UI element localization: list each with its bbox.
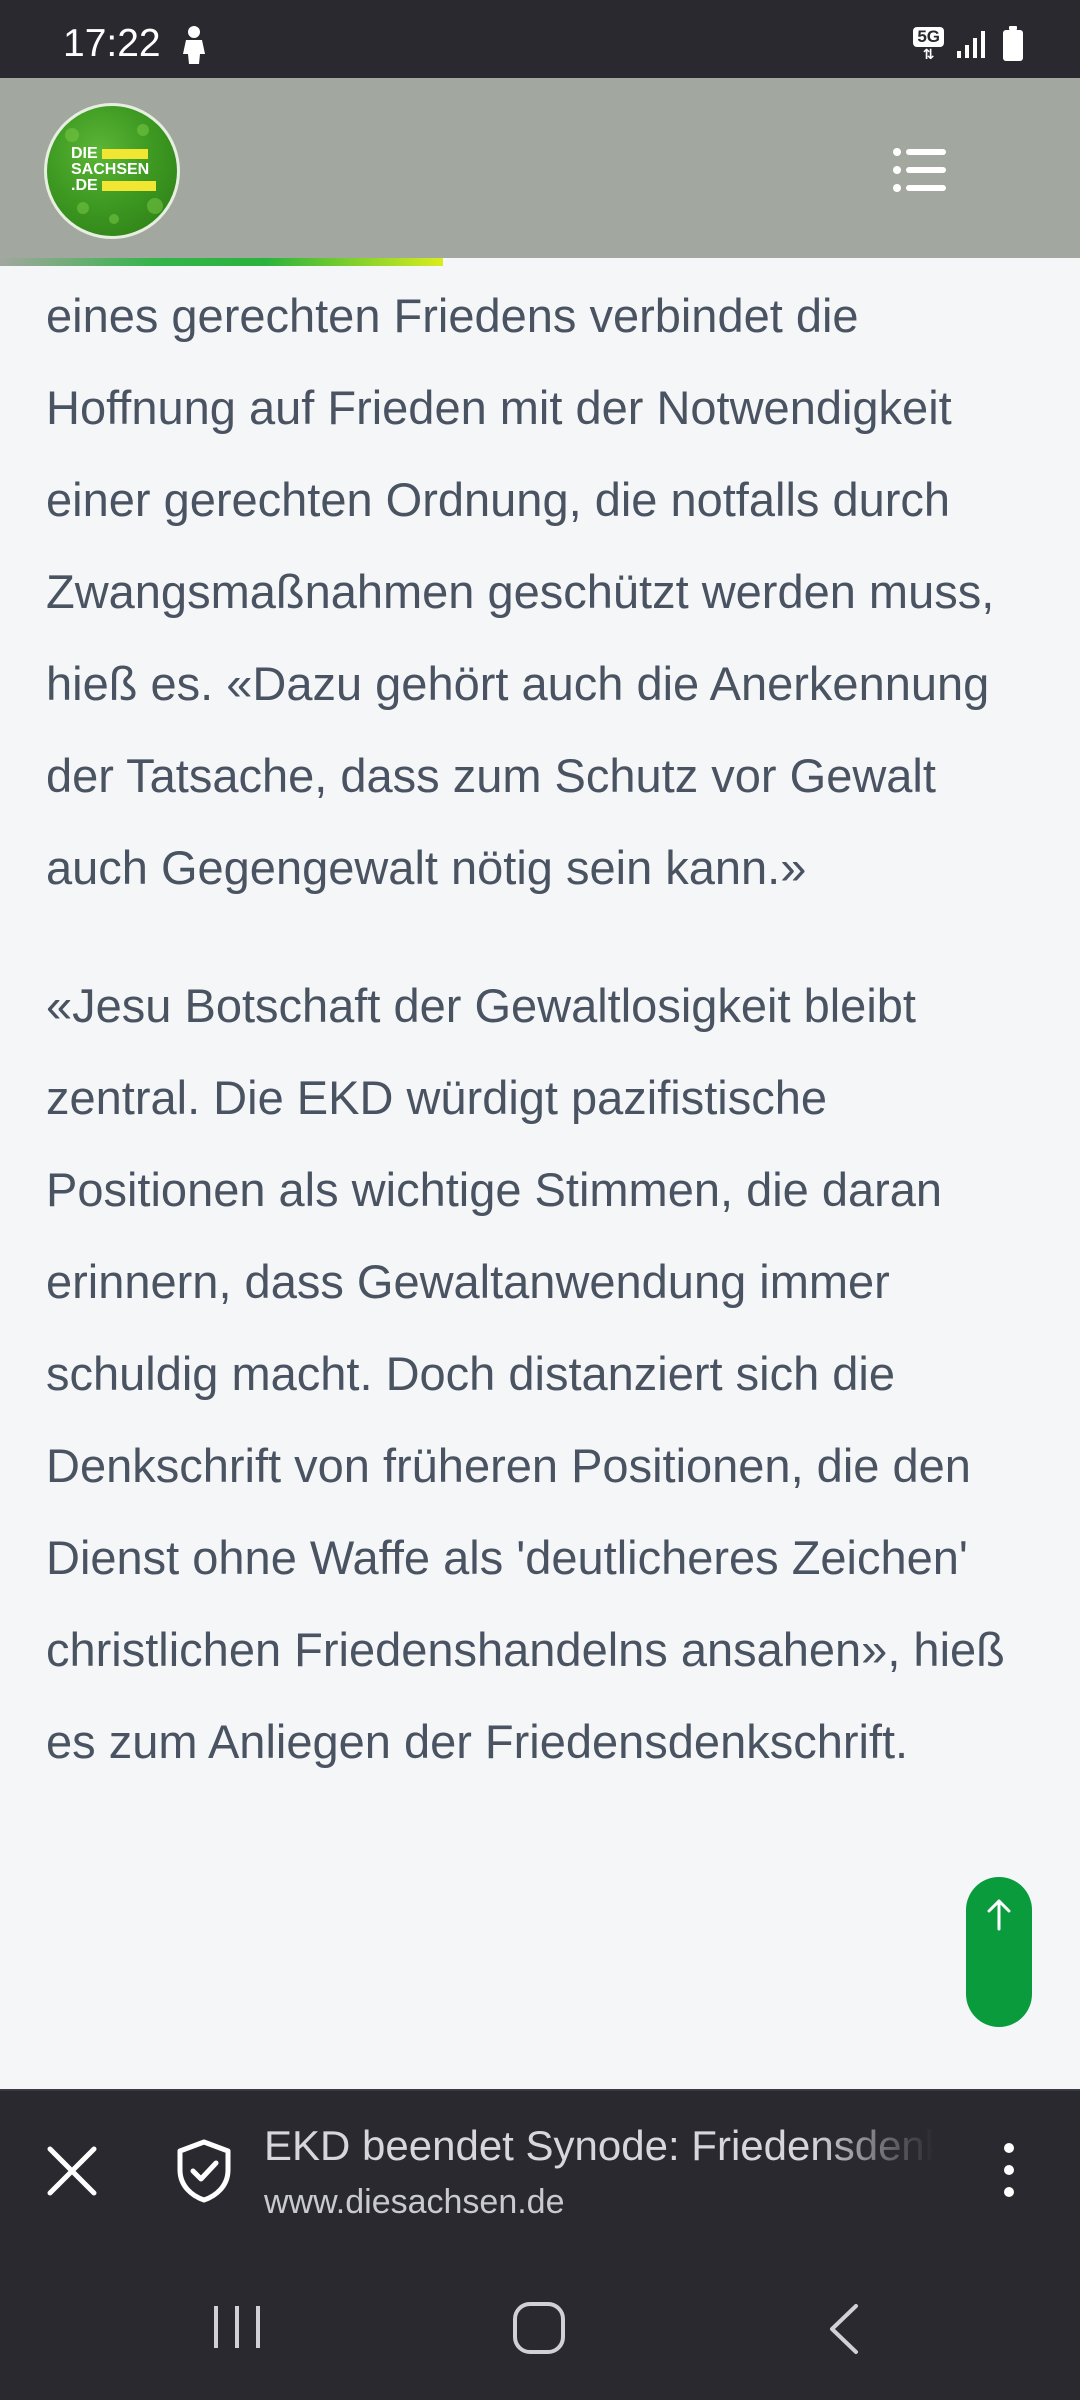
signal-icon <box>957 31 985 58</box>
person-icon <box>183 26 205 64</box>
article-paragraph: eines gerechten Friedens verbindet die H… <box>46 289 995 894</box>
site-logo[interactable]: DIE SACHSEN .DE <box>44 103 180 239</box>
status-icons: 5G ⇅ <box>913 22 1024 66</box>
scroll-to-top-button[interactable] <box>966 1877 1032 2027</box>
logo-wordmark: DIE SACHSEN .DE <box>71 146 159 194</box>
network-5g-icon: 5G ⇅ <box>913 27 944 61</box>
status-bar: 17:22 5G ⇅ <box>0 0 1080 78</box>
logo-line-2: SACHSEN <box>71 161 150 178</box>
list-menu-icon[interactable] <box>892 147 948 193</box>
reading-progress-bar <box>0 258 443 266</box>
article-body: eines gerechten Friedens verbindet die H… <box>46 270 1046 1788</box>
logo-line-3: .DE <box>71 177 98 194</box>
logo-line-1: DIE <box>71 145 98 162</box>
back-icon[interactable] <box>826 2303 862 2355</box>
arrow-up-icon <box>987 1899 1011 1931</box>
home-icon[interactable] <box>512 2301 566 2355</box>
article-paragraph: «Jesu Botschaft der Gewaltlosigkeit blei… <box>46 979 1005 1768</box>
battery-icon <box>1003 26 1023 61</box>
recent-apps-icon[interactable] <box>212 2304 262 2350</box>
close-icon[interactable] <box>44 2143 100 2199</box>
more-options-icon[interactable] <box>994 2140 1024 2200</box>
status-time: 17:22 <box>63 22 161 65</box>
shield-check-icon[interactable] <box>174 2138 234 2204</box>
page-title[interactable]: EKD beendet Synode: Friedensdenkschrift <box>264 2122 934 2170</box>
browser-custom-tab-bar <box>0 2089 1080 2252</box>
page-url[interactable]: www.diesachsen.de <box>264 2183 565 2222</box>
